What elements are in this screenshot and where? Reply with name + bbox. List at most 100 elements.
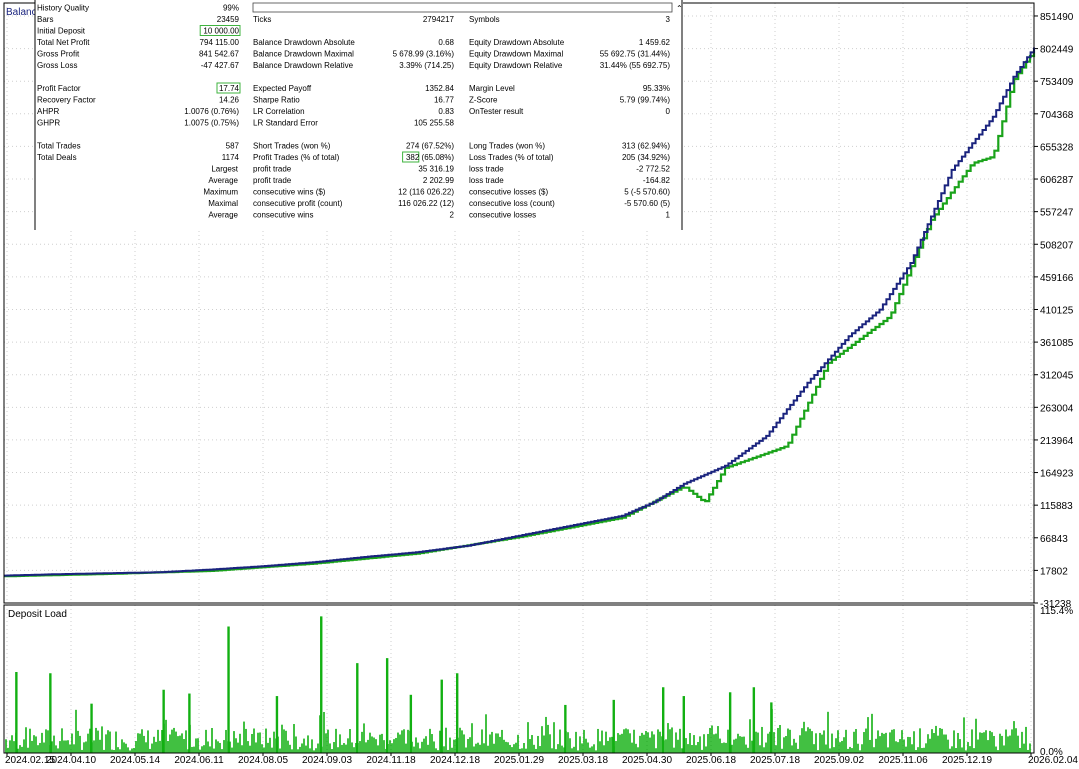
report-top-input-box	[252, 2, 673, 13]
report-label: Profit Factor	[37, 84, 81, 93]
report-cell-label: profit trade	[253, 165, 292, 174]
report-cell-label: LR Correlation	[253, 107, 305, 116]
x-tick-label: 2026.02.04	[1028, 755, 1078, 766]
report-cell-value: 95.33%	[643, 84, 670, 93]
deposit-load-label: Deposit Load	[8, 609, 67, 620]
report-cell-value: 35 316.19	[418, 165, 454, 174]
report-label: Maximal	[208, 199, 238, 208]
y-tick-label: 115883	[1040, 501, 1073, 512]
report-value: 1.0075 (0.75%)	[184, 119, 239, 128]
x-tick-label: 2024.12.18	[430, 755, 480, 766]
report-cell-value: 313 (62.94%)	[622, 142, 670, 151]
report-label: GHPR	[37, 119, 60, 128]
x-tick-label: 2024.08.05	[238, 755, 288, 766]
report-label: Largest	[211, 165, 238, 174]
report-cell-value: 2794217	[423, 15, 455, 24]
x-tick-label: 2024.09.03	[302, 755, 352, 766]
report-cell-value: 0	[666, 107, 671, 116]
report-cell-label: Equity Drawdown Relative	[469, 61, 563, 70]
report-value: 10 000.00	[203, 27, 239, 36]
report-value: 99%	[223, 4, 239, 13]
strategy-tester-graph: 851490 802449 753409 704368 655328 606287 5572…	[3, 0, 1078, 766]
report-cell-value: 5 (-5 570.60)	[624, 188, 670, 197]
report-cell-value: 116 026.22 (12)	[398, 199, 454, 208]
x-tick-label: 2025.07.18	[750, 755, 800, 766]
y-tick-label: 361085	[1040, 338, 1074, 349]
x-tick-label: 2025.06.18	[686, 755, 736, 766]
report-cell-value: 1	[666, 211, 671, 220]
x-tick-label: 2025.12.19	[942, 755, 992, 766]
report-label: Total Net Profit	[37, 38, 90, 47]
report-cell-value: 5.79 (99.74%)	[620, 96, 671, 105]
report-value: 14.26	[219, 96, 240, 105]
report-panel-background	[35, 0, 683, 230]
report-cell-label: consecutive profit (count)	[253, 199, 343, 208]
report-value: 1.0076 (0.76%)	[184, 107, 239, 116]
report-cell-label: Symbols	[469, 15, 500, 24]
report-label: Gross Loss	[37, 61, 77, 70]
report-cell-label: loss trade	[469, 165, 504, 174]
y-tick-label: 655328	[1040, 142, 1074, 153]
deposit-load-y-axis: 115.4%0.0%	[1040, 606, 1073, 758]
report-cell-value: 0.83	[438, 107, 454, 116]
date-x-axis: 2024.02.152024.04.10 2024.05.14 2024.06.11…	[5, 753, 1078, 766]
report-cell-value: 274 (67.52%)	[406, 142, 454, 151]
x-tick-label: 2024.04.10	[46, 755, 96, 766]
report-cell-label: Z-Score	[469, 96, 498, 105]
y-tick-label: 410125	[1040, 305, 1074, 316]
report-cell-label: Ticks	[253, 15, 271, 24]
report-cell-value: -5 570.60 (5)	[624, 199, 670, 208]
report-label: AHPR	[37, 107, 59, 116]
report-cell-label: OnTester result	[469, 107, 524, 116]
report-cell-value: 5 678.99 (3.16%)	[393, 50, 455, 59]
report-cell-label: consecutive losses	[469, 211, 536, 220]
report-cell-label: Long Trades (won %)	[469, 142, 545, 151]
report-cell-label: consecutive wins	[253, 211, 313, 220]
report-value: 587	[226, 142, 240, 151]
report-cell-value: 105 255.58	[414, 119, 455, 128]
x-tick-label: 2024.06.11	[174, 755, 224, 766]
report-cell-label: Balance Drawdown Relative	[253, 61, 354, 70]
x-tick-label: 2025.04.30	[622, 755, 672, 766]
y-tick-label: 213964	[1040, 436, 1074, 447]
report-cell-value: -2 772.52	[636, 165, 670, 174]
report-cell-label: Balance Drawdown Absolute	[253, 38, 355, 47]
report-label: Average	[208, 211, 238, 220]
report-cell-label: consecutive losses ($)	[469, 188, 548, 197]
report-panel: ⌃ History Quality 99% Bars 23459 Ticks 279421…	[34, 0, 683, 230]
report-cell-label: consecutive wins ($)	[253, 188, 326, 197]
report-cell-value: 382 (65.08%)	[406, 153, 454, 162]
report-label: Bars	[37, 15, 53, 24]
y-tick-label: 508207	[1040, 240, 1074, 251]
report-cell-value: 2	[450, 211, 455, 220]
report-label: History Quality	[37, 4, 89, 13]
y-tick-label: 459166	[1040, 273, 1074, 284]
report-cell-value: 0.68	[438, 38, 454, 47]
report-cell-label: consecutive loss (count)	[469, 199, 555, 208]
report-label: Gross Profit	[37, 50, 80, 59]
report-cell-value: 2 202.99	[423, 176, 455, 185]
report-label: Average	[208, 176, 238, 185]
report-cell-label: Sharpe Ratio	[253, 96, 300, 105]
report-cell-value: 12 (116 026.22)	[398, 188, 454, 197]
x-tick-label: 2025.01.29	[494, 755, 544, 766]
report-cell-label: Loss Trades (% of total)	[469, 153, 554, 162]
report-value: 23459	[217, 15, 240, 24]
report-label: Initial Deposit	[37, 27, 86, 36]
report-cell-value: 55 692.75 (31.44%)	[600, 50, 671, 59]
y-tick-label: 164923	[1040, 469, 1074, 480]
y-tick-label: 312045	[1040, 371, 1074, 382]
deposit-load-bars	[5, 616, 1031, 753]
y-tick-label: 753409	[1040, 77, 1074, 88]
report-cell-label: Profit Trades (% of total)	[253, 153, 340, 162]
report-value: -47 427.67	[201, 61, 240, 70]
y-tick-label: 557247	[1040, 208, 1074, 219]
load-y-max-label: 115.4%	[1040, 606, 1073, 617]
report-label: Total Deals	[37, 153, 77, 162]
report-cell-value: 16.77	[434, 96, 455, 105]
report-cell-label: Margin Level	[469, 84, 515, 93]
report-cell-label: Equity Drawdown Absolute	[469, 38, 565, 47]
report-label: Recovery Factor	[37, 96, 96, 105]
report-value: 794 115.00	[200, 38, 240, 47]
scroll-up-icon[interactable]: ⌃	[676, 4, 683, 13]
